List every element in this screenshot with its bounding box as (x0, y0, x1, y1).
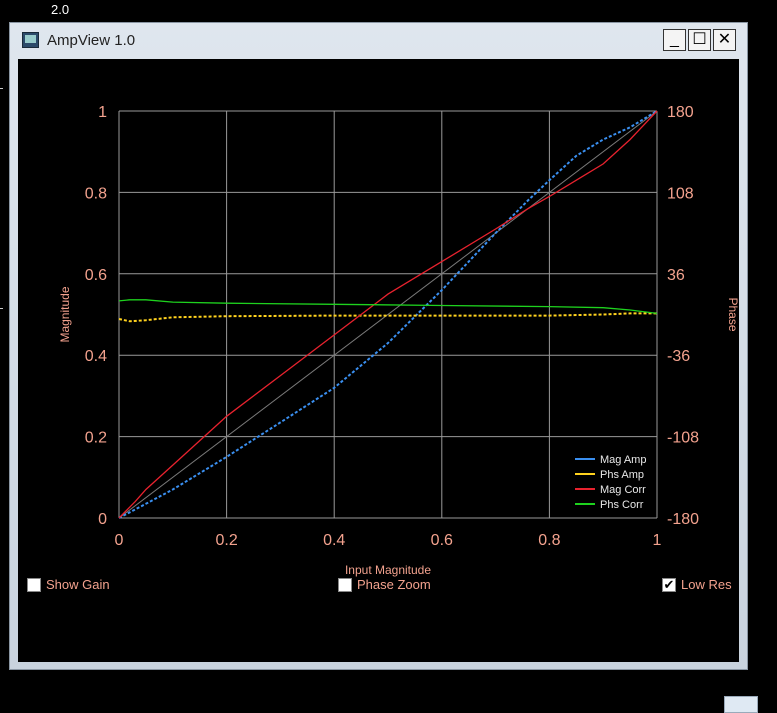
close-button[interactable]: ✕ (713, 29, 736, 51)
legend-label: Phs Corr (600, 499, 644, 511)
y2-tick-label: -108 (667, 430, 699, 447)
desktop-label: 2.0 (51, 2, 70, 17)
amp-chart: 0 0.2 0.4 0.6 0.8 1 0 0.2 0.4 0.6 0.8 1 -180 -108 -36 3… (58, 104, 739, 577)
y2-tick-label: 108 (667, 185, 694, 202)
x-tick-label: 0 (115, 532, 124, 549)
legend-label: Phs Amp (600, 469, 644, 481)
x-tick-label: 1 (653, 532, 662, 549)
y-tick-label: 0.6 (85, 267, 107, 284)
y-tick-label: 0.8 (85, 185, 107, 202)
low-res-label: Low Res (681, 577, 732, 592)
window-controls: _ ☐ ✕ (661, 29, 736, 51)
y-tick-label: 0 (98, 511, 107, 528)
y-axis-label: Magnitude (58, 286, 72, 342)
edge-mark (0, 88, 3, 89)
y2-tick-label: 36 (667, 267, 685, 284)
title-bar[interactable]: AmpView 1.0 _ ☐ ✕ (10, 23, 747, 59)
low-res-box[interactable]: ✔ (662, 577, 676, 592)
show-gain-checkbox[interactable]: Show Gain (27, 577, 110, 592)
legend-label: Mag Corr (600, 484, 646, 496)
y2-tick-label: -36 (667, 348, 690, 365)
phase-zoom-box[interactable] (338, 577, 352, 592)
y2-tick-label: -180 (667, 511, 699, 528)
y-tick-label: 1 (98, 104, 107, 121)
tray-icon[interactable] (724, 696, 758, 713)
legend-label: Mag Amp (600, 454, 646, 466)
app-icon[interactable] (22, 32, 39, 48)
phase-zoom-label: Phase Zoom (357, 577, 431, 592)
phase-zoom-checkbox[interactable]: Phase Zoom (338, 577, 431, 592)
minimize-button[interactable]: _ (663, 29, 686, 51)
y-tick-label: 0.4 (85, 348, 107, 365)
edge-mark (0, 308, 3, 309)
x-tick-label: 0.8 (538, 532, 560, 549)
app-window: AmpView 1.0 _ ☐ ✕ 0 0.2 0.4 0.6 0.8 1 0 0.2 0.4 0… (9, 22, 748, 670)
window-title: AmpView 1.0 (47, 32, 136, 49)
y2-tick-label: 180 (667, 104, 694, 121)
x-tick-label: 0.6 (431, 532, 453, 549)
x-tick-label: 0.2 (215, 532, 237, 549)
series-line-phs-corr (118, 299, 658, 315)
y-tick-label: 0.2 (85, 430, 107, 447)
maximize-button[interactable]: ☐ (688, 29, 711, 51)
low-res-checkbox[interactable]: ✔ Low Res (662, 577, 732, 592)
show-gain-box[interactable] (27, 577, 41, 592)
y2-axis-label: Phase (726, 297, 739, 331)
x-tick-label: 0.4 (323, 532, 345, 549)
x-axis-label: Input Magnitude (345, 563, 431, 577)
show-gain-label: Show Gain (46, 577, 110, 592)
client-area: 0 0.2 0.4 0.6 0.8 1 0 0.2 0.4 0.6 0.8 1 -180 -108 -36 3… (18, 59, 739, 662)
